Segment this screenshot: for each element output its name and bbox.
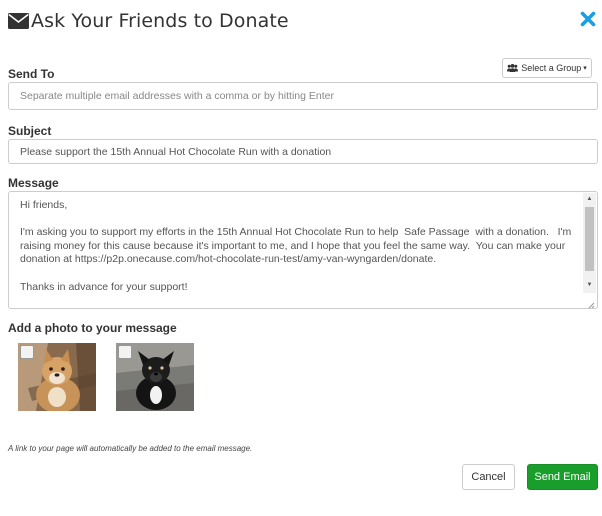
photo-section-label: Add a photo to your message <box>8 321 177 335</box>
photo-checkbox[interactable] <box>118 345 132 359</box>
select-group-label: Select a Group <box>521 63 582 73</box>
envelope-icon <box>8 13 29 29</box>
scroll-thumb[interactable] <box>585 207 594 271</box>
modal-title: Ask Your Friends to Donate <box>31 10 289 32</box>
send-to-input[interactable]: Separate multiple email addresses with a… <box>8 82 598 110</box>
message-paragraph: Thanks in advance for your support! <box>20 280 188 293</box>
modal-header: Ask Your Friends to Donate <box>8 8 289 34</box>
close-icon[interactable] <box>580 11 596 27</box>
photo-checkbox[interactable] <box>20 345 34 359</box>
chevron-down-icon: ▾ <box>583 65 587 72</box>
link-note: A link to your page will automatically b… <box>8 444 253 453</box>
send-to-label: Send To <box>8 67 55 81</box>
resize-grip-icon[interactable] <box>586 297 595 308</box>
donate-email-modal: Ask Your Friends to Donate Send To Selec… <box>0 0 602 516</box>
message-label: Message <box>8 176 59 190</box>
users-icon <box>507 64 519 72</box>
dog-photo-black[interactable] <box>116 343 194 411</box>
scroll-down-icon[interactable]: ▼ <box>583 279 596 291</box>
scroll-up-icon[interactable]: ▲ <box>583 193 596 205</box>
message-body: Hi friends, I'm asking you to support my… <box>20 199 576 308</box>
dog-photo-tan[interactable] <box>18 343 96 411</box>
message-paragraph: Hi friends, <box>20 199 68 211</box>
subject-label: Subject <box>8 124 52 138</box>
subject-input[interactable]: Please support the 15th Annual Hot Choco… <box>8 139 598 164</box>
message-textarea[interactable]: Hi friends, I'm asking you to support my… <box>8 191 598 309</box>
cancel-button[interactable]: Cancel <box>462 464 515 490</box>
message-scrollbar[interactable]: ▲ ▼ <box>583 193 596 293</box>
send-email-button[interactable]: Send Email <box>527 464 598 490</box>
message-paragraph: I'm asking you to support my efforts in … <box>20 226 575 266</box>
select-group-button[interactable]: Select a Group ▾ <box>502 58 592 78</box>
